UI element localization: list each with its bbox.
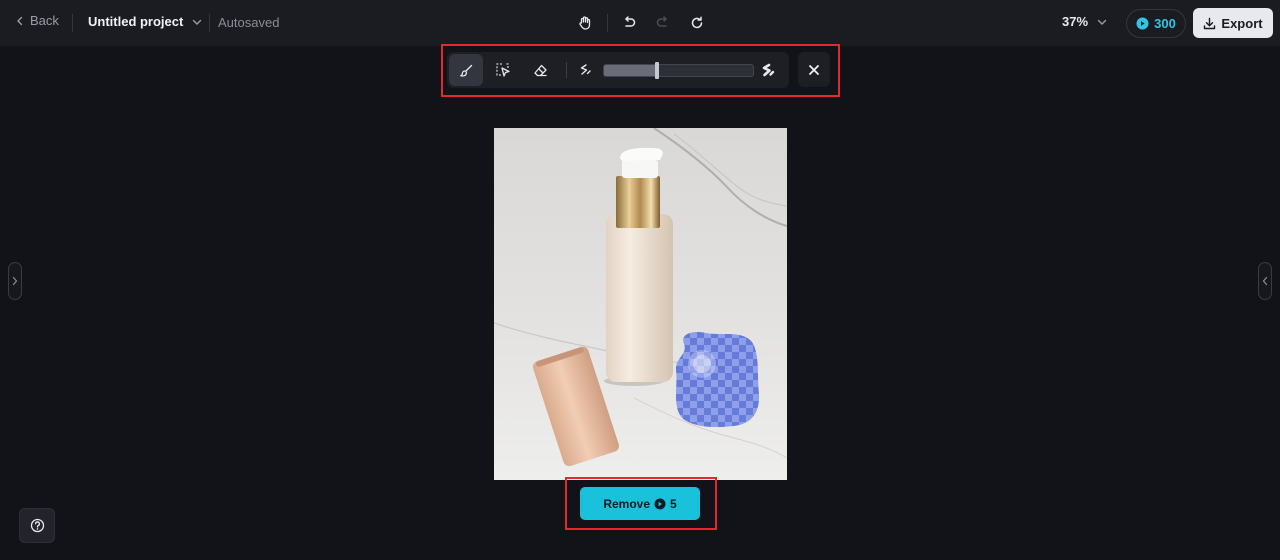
brush-toolbar xyxy=(447,52,789,88)
brush-large-icon xyxy=(762,63,774,76)
product-photo xyxy=(494,128,787,480)
close-icon xyxy=(809,64,819,75)
left-panel-toggle[interactable] xyxy=(8,262,22,300)
export-label: Export xyxy=(1221,15,1263,31)
brush-tool-button[interactable] xyxy=(449,54,483,86)
credits-badge[interactable]: 300 xyxy=(1126,9,1186,38)
zoom-dropdown[interactable]: 37% xyxy=(1062,14,1108,29)
right-panel-toggle[interactable] xyxy=(1258,262,1272,300)
project-title: Untitled project xyxy=(88,14,184,29)
hand-tool-button[interactable] xyxy=(574,12,596,34)
download-icon xyxy=(1204,17,1216,29)
brush-size-fill xyxy=(604,65,658,76)
brush-size-small-button[interactable] xyxy=(572,54,598,86)
divider xyxy=(72,14,73,32)
back-label: Back xyxy=(30,13,59,28)
help-icon xyxy=(30,518,44,533)
credits-count: 300 xyxy=(1154,16,1176,31)
redo-button[interactable] xyxy=(652,12,674,34)
divider xyxy=(607,14,608,32)
export-button[interactable]: Export xyxy=(1193,8,1273,38)
brush-size-slider[interactable] xyxy=(603,64,754,77)
undo-icon xyxy=(625,16,636,27)
help-button[interactable] xyxy=(19,508,55,543)
remove-label: Remove xyxy=(603,496,650,511)
zoom-level: 37% xyxy=(1062,14,1089,29)
back-button[interactable]: Back xyxy=(14,13,59,28)
remove-button[interactable]: Remove 5 xyxy=(580,487,700,520)
lasso-select-tool-button[interactable] xyxy=(486,54,520,86)
chevron-down-icon xyxy=(193,19,202,25)
brush-small-icon xyxy=(580,64,591,75)
undo-button[interactable] xyxy=(618,12,640,34)
eraser-tool-button[interactable] xyxy=(523,54,557,86)
toolbar-divider xyxy=(566,62,567,78)
hand-icon xyxy=(579,16,591,30)
chevron-left-icon xyxy=(17,16,23,25)
top-bar: Back Untitled project Autosaved 37% 300 … xyxy=(0,0,1280,46)
eraser-icon xyxy=(533,64,547,76)
chevron-right-icon xyxy=(12,276,18,286)
refresh-icon xyxy=(691,16,703,29)
brush-size-large-button[interactable] xyxy=(754,54,780,86)
credit-coin-icon xyxy=(654,498,666,509)
close-toolbar-button[interactable] xyxy=(798,52,830,87)
divider xyxy=(209,14,210,32)
credit-coin-icon xyxy=(1136,17,1149,30)
refresh-button[interactable] xyxy=(686,12,708,34)
lasso-select-icon xyxy=(496,63,510,77)
save-status: Autosaved xyxy=(218,15,280,30)
brush-size-handle[interactable] xyxy=(655,62,660,79)
remove-cost: 5 xyxy=(670,496,677,511)
chevron-down-icon xyxy=(1097,19,1107,25)
photo-canvas[interactable] xyxy=(494,128,787,480)
project-title-dropdown[interactable]: Untitled project xyxy=(88,14,203,29)
brush-icon xyxy=(459,64,472,77)
redo-icon xyxy=(656,16,667,27)
chevron-left-icon xyxy=(1262,276,1268,286)
